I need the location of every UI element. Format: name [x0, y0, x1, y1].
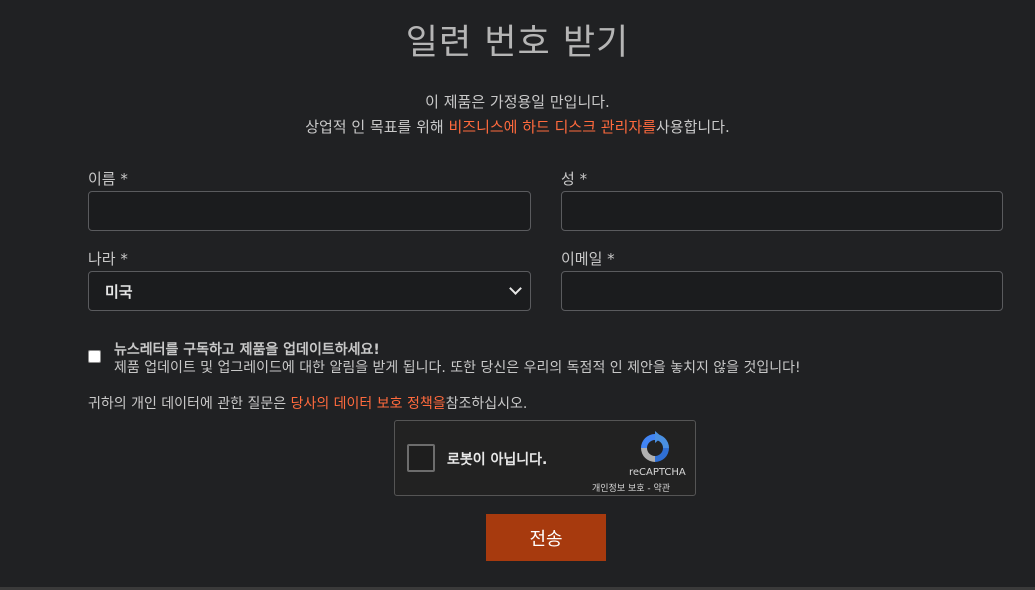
recaptcha-logo-icon [641, 431, 669, 462]
newsletter-text: 뉴스레터를 구독하고 제품을 업데이트하세요! 제품 업데이트 및 업그레이드에… [114, 341, 801, 377]
recaptcha-brand: reCAPTCHA [629, 467, 686, 478]
intro-line-2-suffix: 사용합니다. [656, 118, 730, 136]
chevron-down-icon [509, 282, 522, 295]
serial-request-page: 일련 번호 받기 이 제품은 가정용일 만입니다. 상업적 인 목표를 위해 비… [0, 0, 1035, 590]
business-link[interactable]: 비즈니스에 하드 디스크 관리자를 [448, 118, 656, 136]
privacy-suffix: 참조하십시오. [445, 396, 528, 412]
country-select[interactable]: 미국 [88, 271, 531, 311]
recaptcha-terms-link[interactable]: 개인정보 보호 - 약관 [592, 481, 670, 494]
newsletter-description: 제품 업데이트 및 업그레이드에 대한 알림을 받게 됩니다. 또한 당신은 우… [114, 360, 801, 376]
country-label: 나라 * [88, 250, 128, 268]
first-name-label: 이름 * [88, 170, 128, 188]
recaptcha-checkbox[interactable] [407, 444, 435, 472]
newsletter-title: 뉴스레터를 구독하고 제품을 업데이트하세요! [114, 342, 380, 358]
intro-line-1: 이 제품은 가정용일 만입니다. [425, 93, 610, 111]
recaptcha-label: 로봇이 아닙니다. [447, 452, 548, 468]
submit-button[interactable]: 전송 [486, 514, 606, 561]
email-label: 이메일 * [561, 250, 615, 268]
intro-line-2-prefix: 상업적 인 목표를 위해 [305, 118, 449, 136]
last-name-label: 성 * [561, 170, 588, 188]
newsletter-checkbox[interactable] [88, 350, 101, 363]
privacy-policy-link[interactable]: 당사의 데이터 보호 정책을 [291, 396, 446, 412]
intro-line-2: 상업적 인 목표를 위해 비즈니스에 하드 디스크 관리자를사용합니다. [0, 115, 1035, 140]
privacy-prefix: 귀하의 개인 데이터에 관한 질문은 [88, 396, 291, 412]
first-name-input[interactable] [88, 191, 531, 231]
email-input[interactable] [561, 271, 1003, 311]
last-name-input[interactable] [561, 191, 1003, 231]
page-title: 일련 번호 받기 [405, 23, 630, 63]
intro-text: 이 제품은 가정용일 만입니다. 상업적 인 목표를 위해 비즈니스에 하드 디… [0, 90, 1035, 140]
recaptcha-widget: 로봇이 아닙니다. reCAPTCHA 개인정보 보호 - 약관 [394, 420, 696, 496]
country-value: 미국 [105, 282, 133, 301]
privacy-note: 귀하의 개인 데이터에 관한 질문은 당사의 데이터 보호 정책을참조하십시오. [88, 393, 527, 413]
